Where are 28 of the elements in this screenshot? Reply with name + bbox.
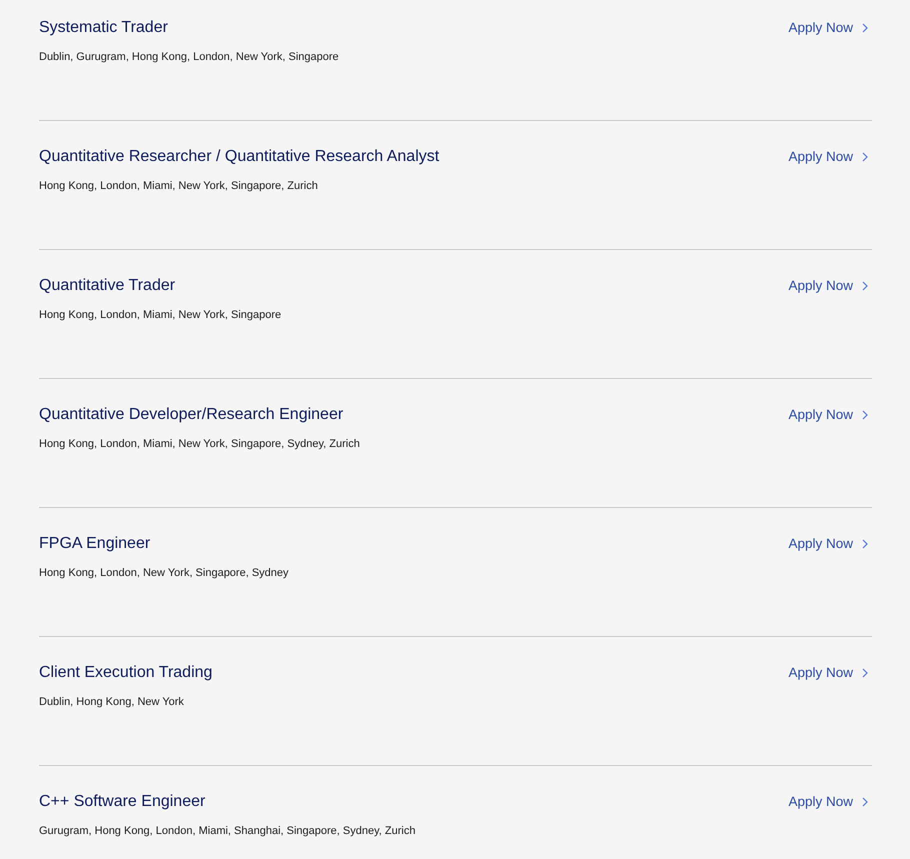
apply-now-link[interactable]: Apply Now [788, 533, 868, 555]
apply-now-link[interactable]: Apply Now [788, 791, 868, 813]
job-title: Quantitative Developer/Research Engineer [39, 405, 344, 425]
chevron-right-icon [862, 668, 868, 678]
apply-now-link[interactable]: Apply Now [788, 17, 868, 39]
apply-now-link[interactable]: Apply Now [788, 146, 868, 168]
chevron-right-icon [862, 797, 868, 807]
chevron-right-icon [862, 539, 868, 549]
apply-now-link[interactable]: Apply Now [788, 662, 868, 684]
job-locations: Gurugram, Hong Kong, London, Miami, Shanghai, Singapore, Sydney, Zurich [39, 824, 416, 839]
job-title: Systematic Trader [39, 18, 168, 38]
job-title: Quantitative Researcher / Quantitative Research Analyst [39, 147, 440, 167]
job-locations: Dublin, Gurugram, Hong Kong, London, New York, Singapore [39, 50, 339, 65]
job-locations: Hong Kong, London, Miami, New York, Singapore, Zurich [39, 179, 318, 194]
job-title: Quantitative Trader [39, 276, 176, 296]
apply-now-link[interactable]: Apply Now [788, 275, 868, 297]
job-title: FPGA Engineer [39, 534, 150, 554]
chevron-right-icon [862, 152, 868, 162]
apply-now-link[interactable]: Apply Now [788, 404, 868, 426]
job-locations: Hong Kong, London, New York, Singapore, Sydney [39, 566, 289, 581]
chevron-right-icon [862, 410, 868, 420]
job-title: Client Execution Trading [39, 663, 212, 683]
chevron-right-icon [862, 23, 868, 33]
job-locations: Hong Kong, London, Miami, New York, Singapore, Sydney, Zurich [39, 437, 360, 452]
job-locations: Dublin, Hong Kong, New York [39, 695, 184, 710]
job-title: C++ Software Engineer [39, 792, 206, 812]
job-locations: Hong Kong, London, Miami, New York, Singapore [39, 308, 282, 323]
chevron-right-icon [862, 281, 868, 291]
